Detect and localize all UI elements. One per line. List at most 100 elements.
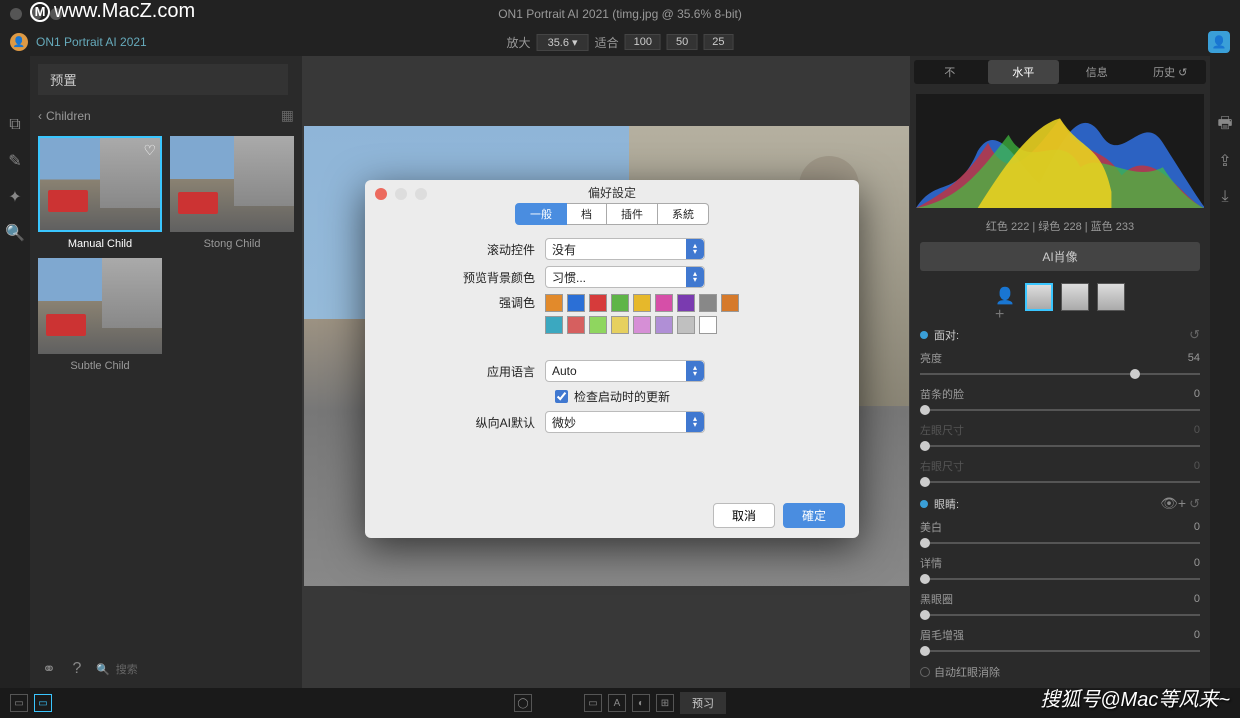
scroll-select[interactable]: 没有▴▾	[545, 238, 705, 260]
face-thumb-3[interactable]	[1097, 283, 1125, 311]
preset-tab[interactable]: 预置	[38, 64, 288, 95]
close-icon[interactable]	[10, 8, 22, 20]
ai-portrait-button[interactable]: AI肖像	[920, 242, 1200, 271]
color-swatch[interactable]	[699, 294, 717, 312]
preset-thumb-image	[170, 136, 294, 232]
right-eye-value: 0	[1194, 460, 1200, 472]
add-face-icon[interactable]: 👤+	[995, 286, 1017, 308]
tab-info[interactable]: 信息	[1061, 60, 1133, 84]
search-input[interactable]: 🔍 搜索	[96, 661, 292, 677]
bb-grid-icon[interactable]: ⊞	[656, 694, 674, 712]
dialog-close-icon[interactable]	[375, 188, 387, 200]
preferences-dialog: 偏好設定 一般 档 插件 系統 滚动控件 没有▴▾ 预览背景颜色 习惯...▴▾…	[365, 180, 859, 538]
zoom-tool-icon[interactable]: 🔍	[6, 224, 24, 242]
preset-label: Manual Child	[38, 232, 162, 250]
dark-circle-label: 黑眼圈	[920, 591, 953, 607]
export-icon[interactable]: ⤓	[1216, 188, 1234, 206]
view-single-icon[interactable]: ▭	[10, 694, 28, 712]
print-icon[interactable]: 🖶	[1216, 116, 1234, 134]
bb-text-icon[interactable]: A	[608, 694, 626, 712]
window-title: ON1 Portrait AI 2021 (timg.jpg @ 35.6% 8…	[498, 7, 742, 21]
brow-slider[interactable]	[920, 650, 1200, 652]
effect-tool-icon[interactable]: ✦	[6, 188, 24, 206]
preset-item-manual[interactable]: ♡ Manual Child	[38, 136, 162, 250]
whiten-slider[interactable]	[920, 542, 1200, 544]
auto-redeye-checkbox[interactable]: 自动红眼消除	[920, 660, 1200, 684]
color-swatch[interactable]	[633, 316, 651, 334]
color-swatch[interactable]	[567, 316, 585, 334]
color-swatch[interactable]	[589, 316, 607, 334]
left-eye-slider[interactable]	[920, 445, 1200, 447]
dark-circle-value: 0	[1194, 593, 1200, 605]
color-swatch[interactable]	[721, 294, 739, 312]
color-swatch[interactable]	[545, 316, 563, 334]
reset-icon[interactable]: ↺	[1189, 327, 1200, 343]
right-eye-slider[interactable]	[920, 481, 1200, 483]
detail-slider[interactable]	[920, 578, 1200, 580]
color-swatch[interactable]	[633, 294, 651, 312]
search-icon: 🔍	[96, 663, 110, 676]
color-swatch[interactable]	[589, 294, 607, 312]
color-swatch[interactable]	[699, 316, 717, 334]
watermark-text: www.MacZ.com	[54, 0, 195, 23]
zoom-50-button[interactable]: 50	[667, 34, 697, 50]
color-swatch[interactable]	[611, 294, 629, 312]
face-thumb-2[interactable]	[1061, 283, 1089, 311]
lang-label: 应用语言	[395, 363, 545, 380]
help-icon[interactable]: ?	[68, 660, 86, 678]
tab-files[interactable]: 档	[567, 203, 607, 225]
reset-icon[interactable]: ↺	[1189, 496, 1200, 511]
tab-history[interactable]: 历史 ↺	[1135, 60, 1207, 84]
dark-circle-slider[interactable]	[920, 614, 1200, 616]
grid-view-icon[interactable]: ▦	[281, 107, 294, 124]
people-icon[interactable]: ⚭	[40, 660, 58, 678]
tab-system[interactable]: 系統	[658, 203, 709, 225]
left-panel: 预置 ‹ Children ▦ ♡ Manual Child Stong Chi…	[30, 56, 302, 688]
view-compare-icon[interactable]: ▭	[34, 694, 52, 712]
brightness-value: 54	[1188, 352, 1200, 364]
ai-default-select[interactable]: 微妙▴▾	[545, 411, 705, 433]
preview-button[interactable]: 预习	[680, 692, 726, 714]
cancel-button[interactable]: 取消	[713, 503, 775, 528]
bb-circle-icon[interactable]: ◯	[514, 694, 532, 712]
tab-plugins[interactable]: 插件	[607, 203, 658, 225]
chevron-left-icon[interactable]: ‹	[38, 109, 42, 123]
color-swatch[interactable]	[677, 294, 695, 312]
tab-none[interactable]: 不	[914, 60, 986, 84]
color-swatch[interactable]	[655, 316, 673, 334]
slim-slider[interactable]	[920, 409, 1200, 411]
color-swatch[interactable]	[655, 294, 673, 312]
bg-select[interactable]: 习惯...▴▾	[545, 266, 705, 288]
color-swatch[interactable]	[567, 294, 585, 312]
bb-mask-icon[interactable]: ▭	[584, 694, 602, 712]
face-selector: 👤+	[910, 275, 1210, 319]
color-swatch[interactable]	[545, 294, 563, 312]
ok-button[interactable]: 確定	[783, 503, 845, 528]
preset-item-stong[interactable]: Stong Child	[170, 136, 294, 250]
zoom-25-button[interactable]: 25	[703, 34, 733, 50]
zoom-value[interactable]: 35.6 ▾	[537, 34, 589, 51]
favorite-icon[interactable]: ♡	[143, 142, 156, 159]
eye-plus-icon[interactable]: 👁+	[1160, 495, 1186, 511]
brightness-slider[interactable]	[920, 373, 1200, 375]
dialog-title: 偏好設定	[365, 180, 859, 201]
crop-tool-icon[interactable]: ⧉	[6, 116, 24, 134]
breadcrumb[interactable]: ‹ Children ▦	[30, 103, 302, 128]
tab-level[interactable]: 水平	[988, 60, 1060, 84]
tab-general[interactable]: 一般	[515, 203, 567, 225]
preset-thumb-image: ♡	[38, 136, 162, 232]
zoom-100-button[interactable]: 100	[625, 34, 661, 50]
account-icon[interactable]: 👤	[1208, 31, 1230, 53]
app-name: ON1 Portrait AI 2021	[36, 35, 147, 49]
section-face-label: 面对:	[934, 330, 959, 342]
share-icon[interactable]: ⇪	[1216, 152, 1234, 170]
bb-split-icon[interactable]: ◐	[632, 694, 650, 712]
adjust-tool-icon[interactable]: ✎	[6, 152, 24, 170]
color-swatch[interactable]	[611, 316, 629, 334]
color-swatch[interactable]	[677, 316, 695, 334]
check-updates-checkbox[interactable]: 检查启动时的更新	[555, 388, 670, 405]
lang-select[interactable]: Auto▴▾	[545, 360, 705, 382]
preset-item-subtle[interactable]: Subtle Child	[38, 258, 162, 372]
face-thumb-1[interactable]	[1025, 283, 1053, 311]
left-toolbar: ⧉ ✎ ✦ 🔍	[0, 56, 30, 688]
